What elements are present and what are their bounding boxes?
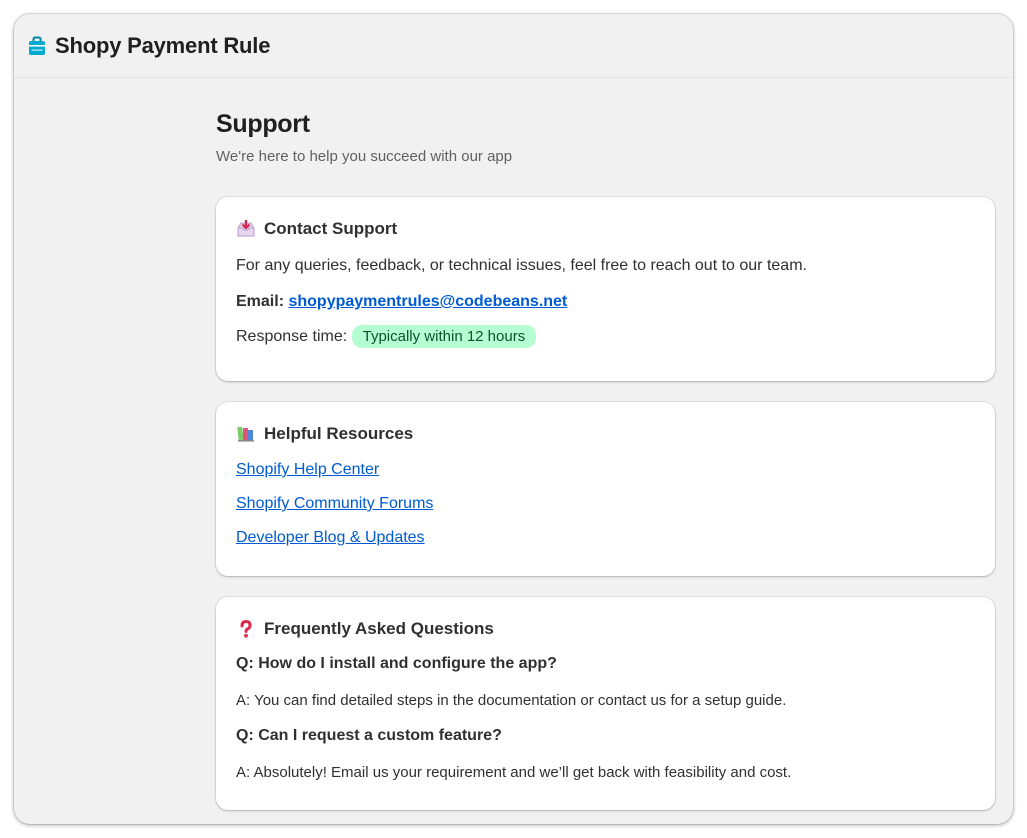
helpful-resources-title: Helpful Resources <box>264 424 414 443</box>
response-time-label: Response time: <box>236 328 348 345</box>
helpful-resources-heading: Helpful Resources <box>236 424 975 444</box>
developer-blog-link[interactable]: Developer Blog & Updates <box>236 529 425 546</box>
faq-answer: A: Absolutely! Email us your requirement… <box>236 764 792 781</box>
faq-heading: Frequently Asked Questions <box>236 619 975 639</box>
contact-description: For any queries, feedback, or technical … <box>236 257 807 274</box>
response-time-row: Response time: Typically within 12 hours <box>236 325 975 348</box>
email-label: Email: <box>236 293 285 310</box>
books-icon <box>236 424 256 444</box>
faq-title: Frequently Asked Questions <box>264 619 494 638</box>
app-titlebar: Shopy Payment Rule <box>14 14 1013 78</box>
shopify-community-forums-link[interactable]: Shopify Community Forums <box>236 495 433 512</box>
page-subtitle: We're here to help you succeed with our … <box>216 148 513 165</box>
page-title: Support <box>216 110 310 138</box>
app-title: Shopy Payment Rule <box>55 32 271 58</box>
contact-email-row: Email: shopypaymentrules@codebeans.net <box>236 293 975 311</box>
faq-card: Frequently Asked Questions Q: How do I i… <box>216 597 995 810</box>
shopify-help-center-link[interactable]: Shopify Help Center <box>236 461 379 478</box>
helpful-resources-card: Helpful Resources Shopify Help Center Sh… <box>216 402 995 576</box>
contact-support-title: Contact Support <box>264 219 398 238</box>
faq-question: Q: Can I request a custom feature? <box>236 727 502 744</box>
app-window: Shopy Payment Rule Support We're here to… <box>14 14 1013 824</box>
resource-link-item: Shopify Community Forums <box>236 495 975 513</box>
main-content: Support We're here to help you succeed w… <box>216 110 995 810</box>
contact-support-card: Contact Support For any queries, feedbac… <box>216 197 995 381</box>
support-email-link[interactable]: shopypaymentrules@codebeans.net <box>288 293 567 310</box>
faq-question: Q: How do I install and configure the ap… <box>236 655 557 672</box>
inbox-tray-icon <box>236 219 256 239</box>
faq-answer: A: You can find detailed steps in the do… <box>236 692 787 709</box>
resource-link-item: Developer Blog & Updates <box>236 529 975 547</box>
contact-support-heading: Contact Support <box>236 219 975 239</box>
response-time-badge: Typically within 12 hours <box>351 325 537 348</box>
shopping-bag-icon <box>28 36 46 56</box>
resource-link-item: Shopify Help Center <box>236 461 975 479</box>
question-mark-icon <box>236 619 256 639</box>
